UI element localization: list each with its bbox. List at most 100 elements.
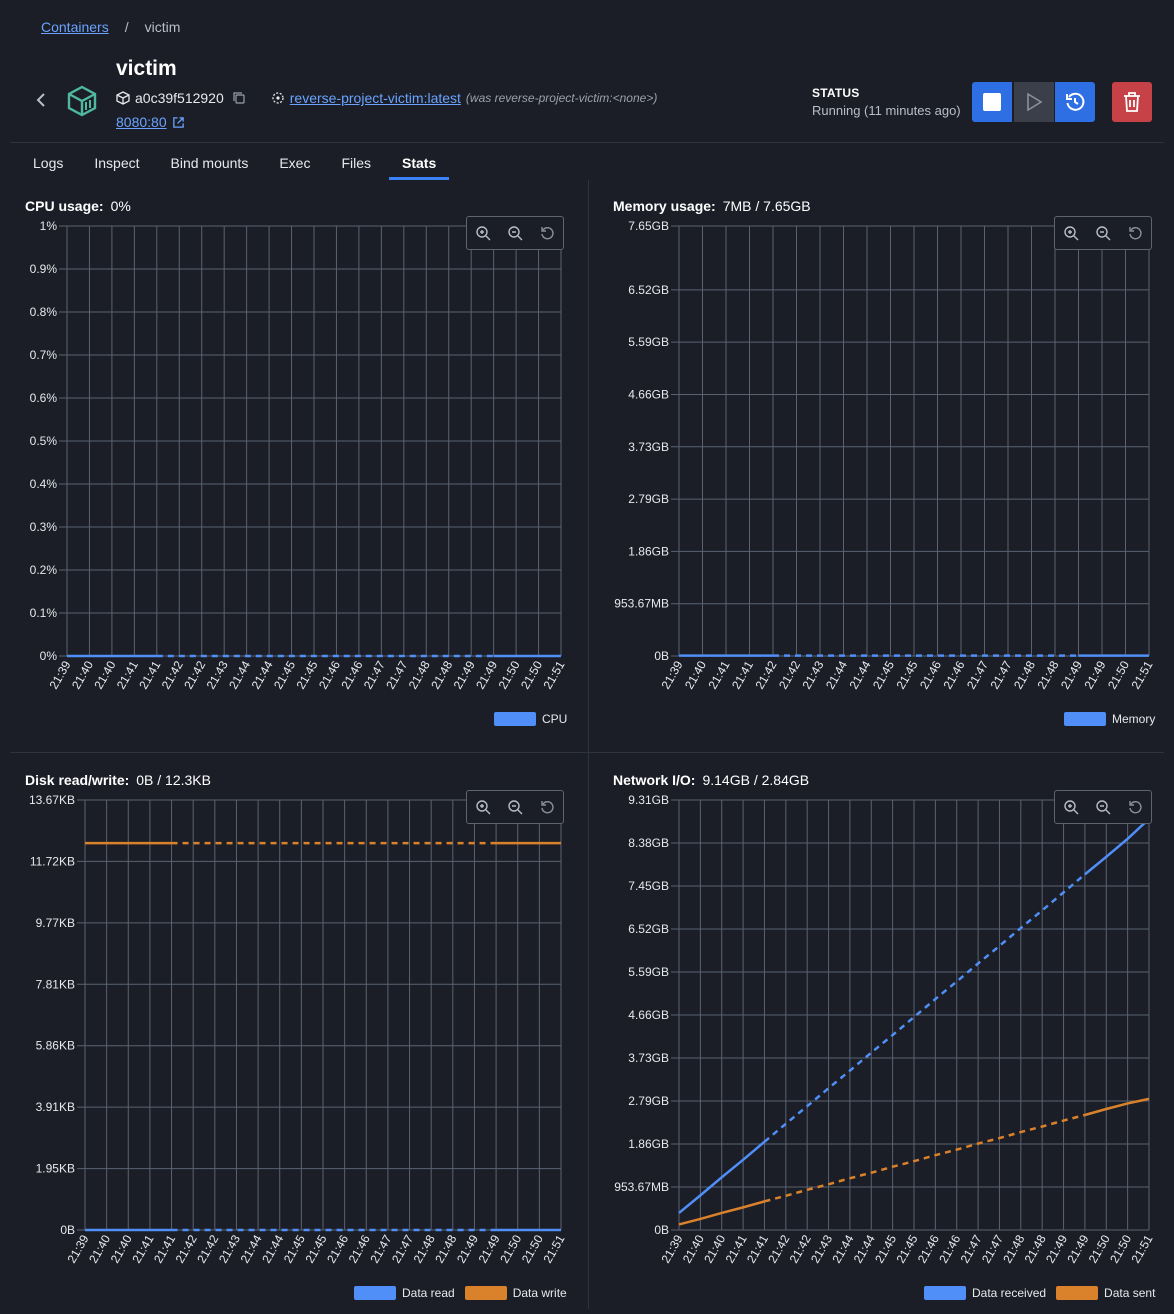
y-tick-label: 7.45GB: [628, 879, 669, 893]
reset-zoom-icon[interactable]: [539, 225, 555, 241]
stop-button[interactable]: [972, 82, 1012, 122]
x-tick-label: 21:45: [271, 658, 298, 691]
port-link[interactable]: 8080:80: [116, 114, 167, 130]
tab-logs[interactable]: Logs: [20, 150, 76, 180]
x-tick-label: 21:42: [181, 658, 208, 691]
legend-swatch[interactable]: [354, 1286, 396, 1300]
y-tick-label: 4.66GB: [628, 387, 669, 401]
x-tick-label: 21:46: [940, 658, 967, 691]
reset-zoom-icon[interactable]: [539, 799, 555, 815]
status-block: STATUS Running (11 minutes ago): [812, 86, 961, 118]
cpu-zoom-controls: [466, 216, 564, 250]
legend-label[interactable]: Data received: [972, 1286, 1046, 1300]
copy-icon[interactable]: [232, 91, 246, 105]
tab-stats[interactable]: Stats: [389, 150, 450, 180]
network-series-line-0: [763, 873, 1086, 1143]
zoom-in-icon[interactable]: [475, 225, 491, 241]
cpu-chart[interactable]: 21:3921:4021:4021:4121:4121:4221:4221:43…: [10, 180, 580, 740]
network-panel: Network I/O: 9.14GB / 2.84GB 21:39 21:40 21…: [598, 754, 1158, 1314]
legend-label[interactable]: CPU: [542, 712, 567, 726]
y-tick-label: 0.8%: [30, 305, 58, 319]
x-tick-label: 21:49: [1058, 658, 1085, 691]
x-tick-label: 21:50: [518, 658, 545, 691]
y-tick-label: 3.91KB: [36, 1100, 75, 1114]
x-tick-label: 21:40: [91, 658, 118, 691]
legend-swatch[interactable]: [494, 712, 536, 726]
x-tick-label: 21:51: [540, 1232, 567, 1265]
x-tick-label: 21:41: [136, 658, 163, 691]
zoom-in-icon[interactable]: [1063, 225, 1079, 241]
start-button[interactable]: [1014, 82, 1054, 122]
reset-zoom-icon[interactable]: [1127, 799, 1143, 815]
external-link-icon[interactable]: [172, 116, 185, 129]
breadcrumb-containers-link[interactable]: Containers: [41, 19, 109, 35]
tab-files[interactable]: Files: [328, 150, 384, 180]
y-tick-label: 1.86GB: [628, 544, 669, 558]
status-text: Running (11 minutes ago): [812, 103, 961, 118]
zoom-out-icon[interactable]: [507, 799, 523, 815]
image-link[interactable]: reverse-project-victim:latest: [290, 90, 461, 106]
zoom-out-icon[interactable]: [507, 225, 523, 241]
legend-swatch[interactable]: [1064, 712, 1106, 726]
status-label: STATUS: [812, 86, 860, 100]
legend-label[interactable]: Data write: [513, 1286, 567, 1300]
zoom-out-icon[interactable]: [1095, 799, 1111, 815]
delete-button[interactable]: [1112, 82, 1152, 122]
y-tick-label: 5.59GB: [628, 335, 669, 349]
y-tick-label: 0%: [40, 649, 58, 663]
legend-swatch[interactable]: [924, 1286, 966, 1300]
image-was-note: (was reverse-project-victim:<none>): [465, 91, 658, 105]
memory-chart[interactable]: 21:3921:4021:4121:4121:4221:4221:4321:44…: [598, 180, 1168, 740]
restart-button[interactable]: [1055, 82, 1095, 122]
y-tick-label: 0.5%: [30, 434, 58, 448]
x-tick-label: 21:51: [540, 658, 567, 691]
x-tick-label: 21:49: [473, 658, 500, 691]
legend-swatch[interactable]: [1056, 1286, 1099, 1300]
chevron-left-icon[interactable]: [34, 90, 48, 110]
x-tick-label: 21:44: [249, 658, 276, 691]
cube-icon: [67, 85, 97, 117]
tab-bind-mounts[interactable]: Bind mounts: [158, 150, 262, 180]
legend-label[interactable]: Data read: [402, 1286, 455, 1300]
x-tick-label: 21:49: [1081, 658, 1108, 691]
y-tick-label: 6.52GB: [628, 283, 669, 297]
x-tick-label: 21:39: [46, 658, 73, 691]
x-tick-label: 21:48: [428, 658, 455, 691]
y-tick-label: 953.67MB: [614, 1180, 669, 1194]
y-tick-label: 1.86GB: [628, 1137, 669, 1151]
x-tick-label: 21:43: [204, 658, 231, 691]
x-tick-label: 21:48: [406, 658, 433, 691]
container-name: victim: [116, 57, 177, 80]
memory-zoom-controls: [1054, 216, 1152, 250]
breadcrumb: Containers / victim: [41, 19, 180, 35]
y-tick-label: 11.72KB: [30, 854, 75, 868]
reset-zoom-icon[interactable]: [1127, 225, 1143, 241]
tab-inspect[interactable]: Inspect: [81, 150, 152, 180]
stop-icon: [983, 93, 1001, 111]
ports: 8080:80: [116, 114, 185, 130]
tab-exec[interactable]: Exec: [266, 150, 323, 180]
x-tick-label: 21:47: [964, 658, 991, 691]
y-tick-label: 0.9%: [30, 262, 58, 276]
x-tick-label: 21:45: [870, 658, 897, 691]
container-info-row: a0c39f512920 reverse-project-victim:late…: [116, 90, 657, 106]
legend-label[interactable]: Memory: [1112, 712, 1155, 726]
y-tick-label: 953.67MB: [614, 597, 669, 611]
y-tick-label: 2.79GB: [628, 492, 669, 506]
legend-swatch[interactable]: [464, 1286, 507, 1300]
y-tick-label: 1%: [40, 219, 58, 233]
network-chart[interactable]: 21:3921:4021:4021:4121:4121:4221:4221:43…: [598, 754, 1168, 1314]
x-tick-label: 21:45: [893, 658, 920, 691]
y-tick-label: 7.65GB: [628, 219, 669, 233]
zoom-in-icon[interactable]: [1063, 799, 1079, 815]
x-tick-label: 21:46: [316, 658, 343, 691]
panel-divider-vertical: [588, 180, 589, 1309]
zoom-in-icon[interactable]: [475, 799, 491, 815]
x-tick-label: 21:44: [846, 658, 873, 691]
legend-label[interactable]: Data sent: [1104, 1286, 1155, 1300]
disk-chart[interactable]: 21:3921:4021:4021:4121:4121:4221:4221:43…: [10, 754, 580, 1314]
y-tick-label: 0.2%: [30, 563, 58, 577]
x-tick-label: 21:46: [917, 658, 944, 691]
zoom-out-icon[interactable]: [1095, 225, 1111, 241]
x-tick-label: 21:45: [293, 658, 320, 691]
